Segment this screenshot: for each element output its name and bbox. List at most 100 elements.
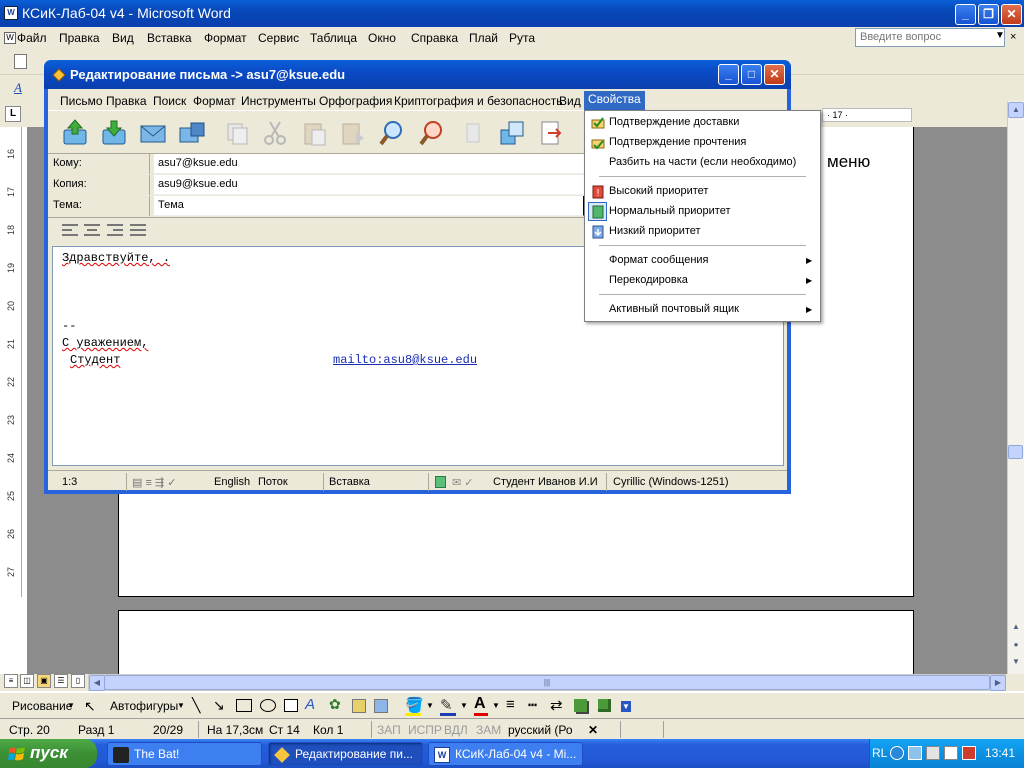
tray-icon[interactable] xyxy=(890,746,904,760)
dash-style-icon[interactable]: ┅ xyxy=(528,696,537,714)
reading-view-button[interactable]: ▯ xyxy=(71,674,85,688)
ask-dropdown-icon[interactable]: ▼ xyxy=(995,30,1005,41)
word-menu-view[interactable]: Вид xyxy=(112,31,134,45)
word-menu-tools[interactable]: Сервис xyxy=(258,31,299,45)
word-menu-ruta[interactable]: Рута xyxy=(509,31,535,45)
font-color-icon[interactable]: A xyxy=(474,695,486,713)
status-ovr[interactable]: ЗАМ xyxy=(476,723,501,737)
editor-menu-format[interactable]: Формат xyxy=(193,94,236,108)
menu-item-read-confirm[interactable]: Подтверждение прочтения xyxy=(609,136,746,148)
word-maximize-button[interactable]: ❐ xyxy=(978,4,999,25)
network-icon[interactable] xyxy=(908,746,922,760)
menu-item-high-priority[interactable]: Высокий приоритет xyxy=(609,185,708,197)
queue-icon[interactable] xyxy=(99,118,129,148)
autoshapes-dropdown-icon[interactable]: ▼ xyxy=(177,701,185,710)
scroll-up-button[interactable]: ▲ xyxy=(1008,102,1024,118)
word-menu-table[interactable]: Таблица xyxy=(310,31,357,45)
menu-item-delivery-confirm[interactable]: Подтверждение доставки xyxy=(609,116,739,128)
align-left-icon[interactable] xyxy=(62,224,78,236)
select-objects-icon[interactable]: ↖ xyxy=(84,698,96,715)
account-name[interactable]: Студент Иванов И.И xyxy=(493,476,598,488)
spell-language[interactable]: English xyxy=(214,476,250,488)
word-menu-edit[interactable]: Правка xyxy=(59,31,100,45)
insert-mode[interactable]: Вставка xyxy=(329,476,370,488)
editor-menu-crypto[interactable]: Криптография и безопасность xyxy=(394,94,562,108)
oval-tool-icon[interactable] xyxy=(260,699,276,712)
editor-menu-tools[interactable]: Инструменты xyxy=(241,94,316,108)
drawing-menu-button[interactable]: Рисование xyxy=(12,699,72,713)
shadow-style-icon[interactable] xyxy=(574,699,587,712)
word-menu-format[interactable]: Формат xyxy=(204,31,247,45)
taskbar-button-edit-letter[interactable]: Редактирование пи... xyxy=(268,742,423,766)
copy-icon[interactable] xyxy=(222,118,252,148)
send-now-icon[interactable] xyxy=(60,118,90,148)
word-menu-window[interactable]: Окно xyxy=(368,31,396,45)
word-menu-help[interactable]: Справка xyxy=(411,31,458,45)
find-icon[interactable] xyxy=(378,118,408,148)
menu-item-message-format[interactable]: Формат сообщения xyxy=(609,254,709,266)
textbox-tool-icon[interactable] xyxy=(284,699,298,712)
confirm-status-icons[interactable]: ✉ ✓ xyxy=(452,476,474,489)
taskbar-button-word[interactable]: W КСиК-Лаб-04 v4 - Mi... xyxy=(428,742,583,766)
word-title-bar[interactable]: W КСиК-Лаб-04 v4 - Microsoft Word xyxy=(0,0,1024,27)
spelling-status-icon[interactable]: ✕ xyxy=(588,723,598,737)
tab-selector-button[interactable]: L xyxy=(5,106,21,122)
taskbar-button-thebat[interactable]: The Bat! xyxy=(107,742,262,766)
editor-menu-spelling[interactable]: Орфография xyxy=(319,94,392,108)
new-doc-icon[interactable] xyxy=(14,54,27,69)
body-mailto-link[interactable]: mailto:asu8@ksue.edu xyxy=(333,353,477,367)
tray-icon[interactable] xyxy=(926,746,940,760)
clock[interactable]: 13:41 xyxy=(985,746,1015,760)
horizontal-ruler[interactable]: · 17 · xyxy=(822,108,912,122)
picture-tool-icon[interactable] xyxy=(374,699,388,713)
draft-icon[interactable] xyxy=(138,118,168,148)
editor-menu-letter[interactable]: Письмо xyxy=(60,94,103,108)
word-close-button[interactable]: ✕ xyxy=(1001,4,1022,25)
rectangle-tool-icon[interactable] xyxy=(236,699,252,712)
style-icon[interactable]: A xyxy=(14,80,22,96)
document-page-next[interactable] xyxy=(118,610,914,674)
attach-disabled-icon[interactable] xyxy=(458,118,488,148)
clipart-tool-icon[interactable] xyxy=(352,699,366,713)
insert-file-icon[interactable] xyxy=(536,118,566,148)
menu-item-recode[interactable]: Перекодировка xyxy=(609,274,688,286)
fill-color-dropdown-icon[interactable]: ▼ xyxy=(426,701,434,710)
word-menu-close-icon[interactable]: × xyxy=(1010,31,1016,43)
editor-close-button[interactable]: ✕ xyxy=(764,64,785,85)
word-menu-file[interactable]: Файл xyxy=(17,31,47,45)
vertical-ruler[interactable]: 16 17 18 19 20 21 22 23 24 25 26 27 xyxy=(4,127,22,597)
vertical-scrollbar[interactable] xyxy=(1007,101,1024,674)
next-page-button[interactable]: ▼ xyxy=(1008,655,1024,671)
editor-menu-view[interactable]: Вид xyxy=(559,94,581,108)
line-color-icon[interactable]: ✎ xyxy=(440,696,453,714)
scroll-left-button[interactable]: ◀ xyxy=(89,675,105,691)
word-minimize-button[interactable]: _ xyxy=(955,4,976,25)
wordart-tool-icon[interactable]: A xyxy=(305,696,315,713)
tray-icon[interactable] xyxy=(944,746,958,760)
editor-minimize-button[interactable]: _ xyxy=(718,64,739,85)
paste-icon[interactable] xyxy=(300,118,330,148)
horizontal-scroll-thumb[interactable]: ||| xyxy=(104,675,990,690)
status-ext[interactable]: ВДЛ xyxy=(444,723,468,737)
menu-item-split-parts[interactable]: Разбить на части (если необходимо) xyxy=(609,156,796,168)
menu-item-active-mailbox[interactable]: Активный почтовый ящик xyxy=(609,303,739,315)
line-style-icon[interactable]: ≡ xyxy=(506,696,515,713)
priority-status-icon[interactable] xyxy=(435,476,446,488)
word-menu-plai[interactable]: Плай xyxy=(469,31,498,45)
subject-field[interactable]: Тема xyxy=(154,196,584,216)
status-trk[interactable]: ИСПР xyxy=(408,723,442,737)
print-layout-button[interactable]: ▣ xyxy=(37,674,51,688)
vertical-scroll-thumb[interactable] xyxy=(1008,445,1023,459)
status-language[interactable]: русский (Ро xyxy=(508,723,573,737)
message-editor-title-bar[interactable]: Редактирование письма -> asu7@ksue.edu xyxy=(44,60,791,89)
align-right-icon[interactable] xyxy=(107,224,123,236)
status-rec[interactable]: ЗАП xyxy=(377,723,401,737)
font-color-dropdown-icon[interactable]: ▼ xyxy=(492,701,500,710)
line-tool-icon[interactable]: ╲ xyxy=(192,697,200,714)
menu-item-low-priority[interactable]: Низкий приоритет xyxy=(609,225,701,237)
find-replace-icon[interactable] xyxy=(418,118,448,148)
outline-view-button[interactable]: ☰ xyxy=(54,674,68,688)
line-color-dropdown-icon[interactable]: ▼ xyxy=(460,701,468,710)
toolbar-options-icon[interactable]: ▼ xyxy=(621,701,631,712)
language-indicator[interactable]: RL xyxy=(872,746,887,760)
